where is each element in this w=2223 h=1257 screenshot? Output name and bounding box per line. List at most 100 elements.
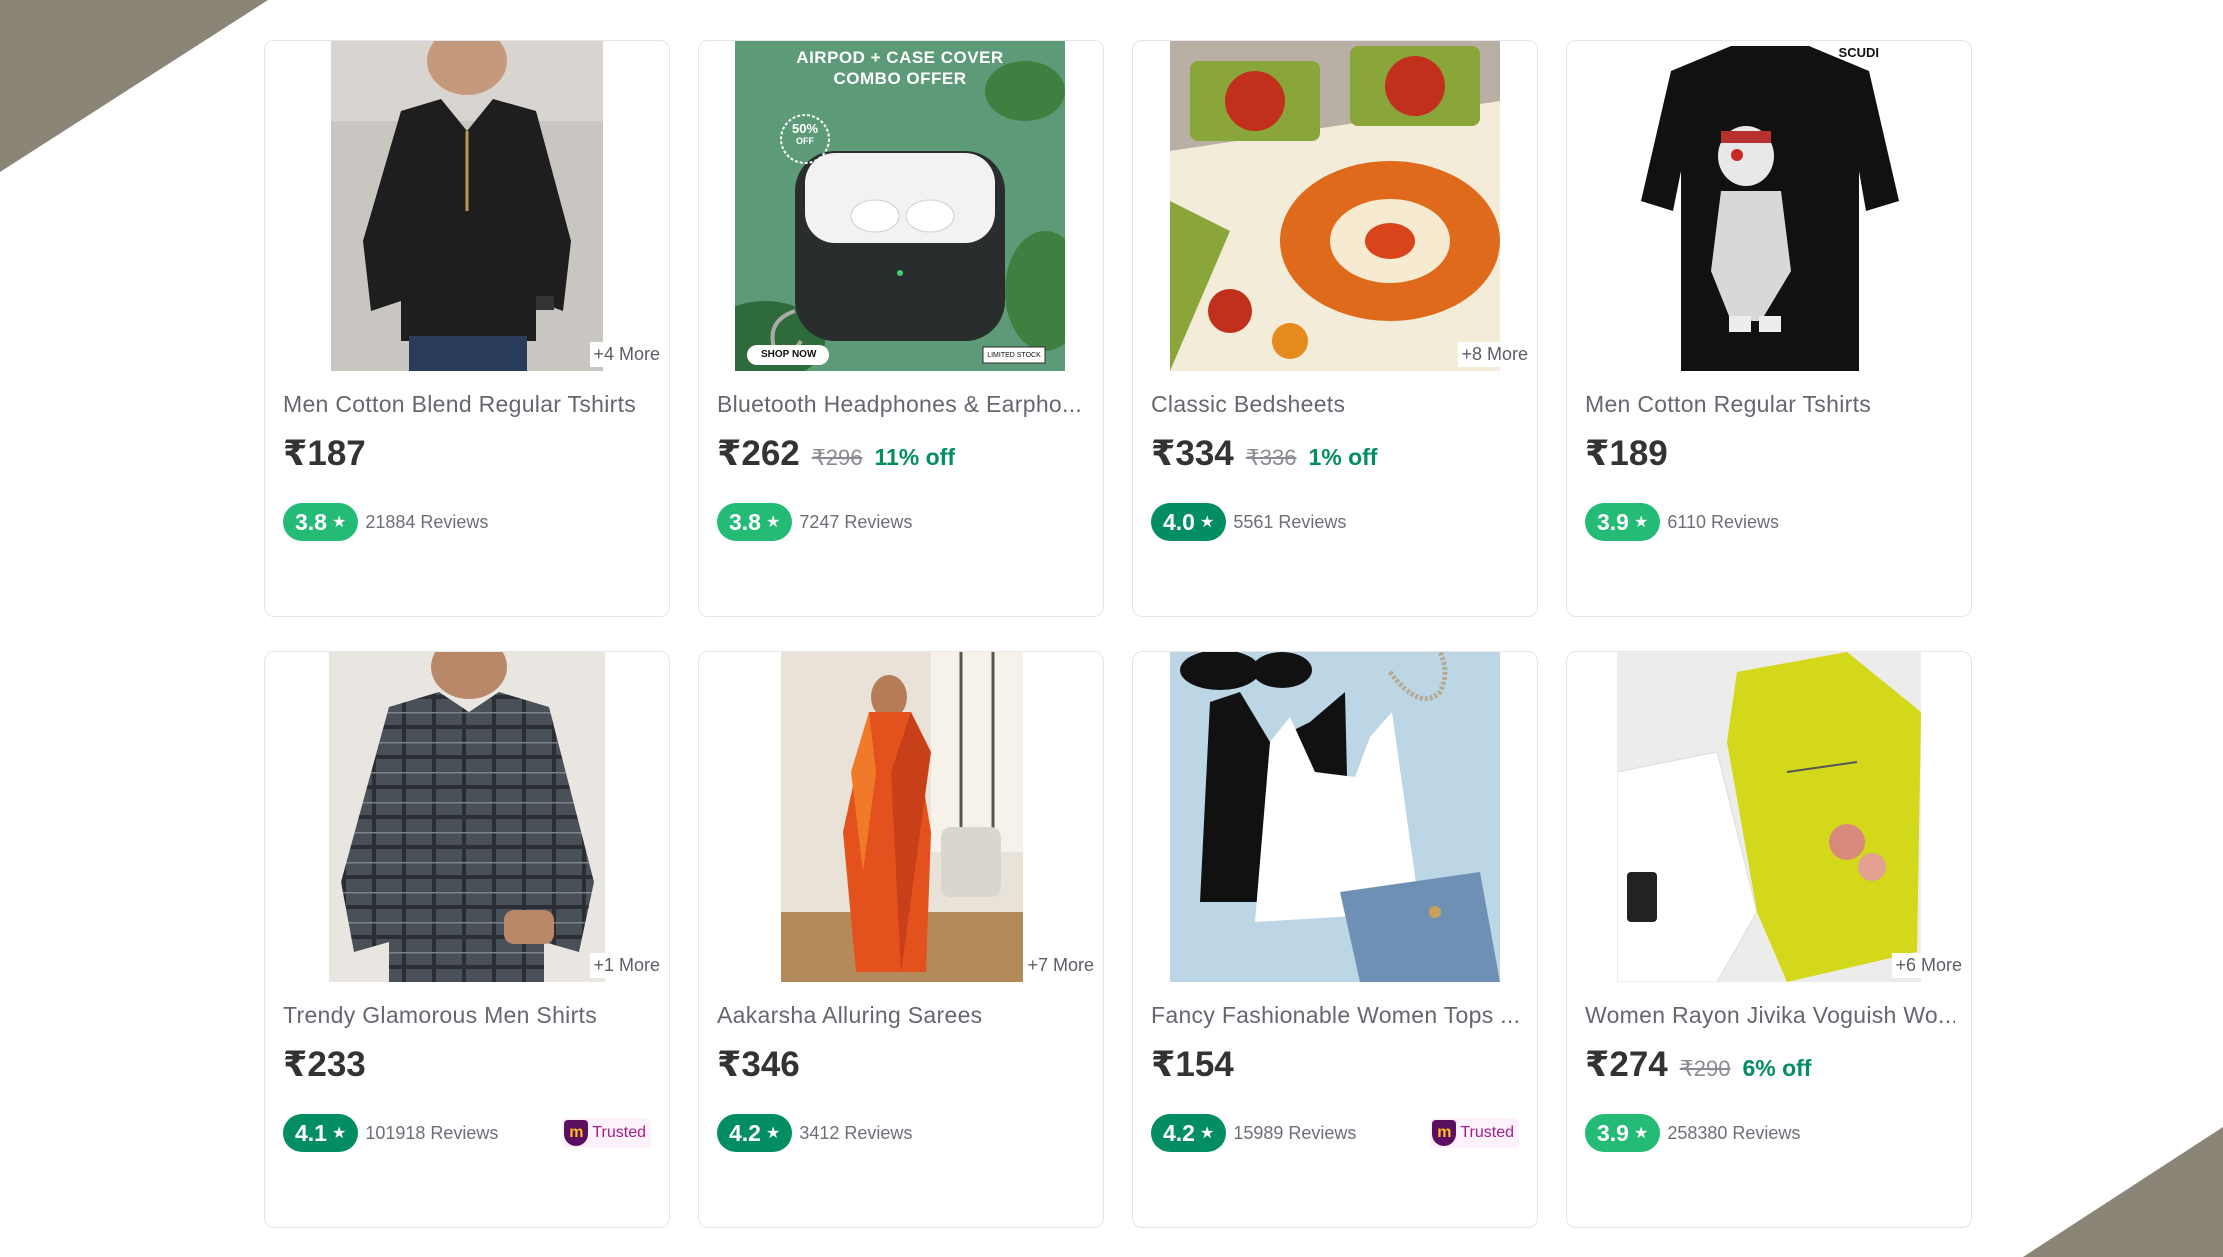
product-title[interactable]: Aakarsha Alluring Sarees xyxy=(717,1002,1087,1029)
rating-row: 3.9 ★ 258380 Reviews xyxy=(1585,1114,1800,1152)
yellow-kurti-image[interactable] xyxy=(1617,652,1921,982)
corner-decoration-top-left xyxy=(0,0,268,172)
rating-row: 4.0 ★ 5561 Reviews xyxy=(1151,503,1346,541)
meesho-logo-icon: m xyxy=(1432,1120,1457,1146)
rating-badge: 3.9 ★ xyxy=(1585,503,1661,541)
product-image-area[interactable]: +4 More xyxy=(265,41,669,371)
checked-shirt-image[interactable] xyxy=(329,652,605,982)
product-card[interactable]: +6 More Women Rayon Jivika Voguish Wo...… xyxy=(1566,651,1972,1228)
product-title[interactable]: Women Rayon Jivika Voguish Wo... xyxy=(1585,1002,1955,1029)
review-count: 21884 Reviews xyxy=(365,511,489,532)
discount-percent: 1% off xyxy=(1308,444,1378,470)
product-image-area[interactable] xyxy=(1133,652,1537,982)
product-title[interactable]: Men Cotton Blend Regular Tshirts xyxy=(283,391,653,418)
price-row: ₹334 ₹336 1% off xyxy=(1151,434,1377,474)
more-variants-label: +7 More xyxy=(1024,953,1097,978)
price-row: ₹233 xyxy=(283,1045,366,1085)
more-variants-label: +4 More xyxy=(590,342,663,367)
product-card[interactable]: +1 More Trendy Glamorous Men Shirts ₹233… xyxy=(264,651,670,1228)
review-count: 5561 Reviews xyxy=(1233,511,1347,532)
crop-tops-image[interactable] xyxy=(1170,652,1500,982)
trusted-label: Trusted xyxy=(1460,1124,1514,1141)
product-card[interactable]: AIRPOD + CASE COVER COMBO OFFER 50% OFF … xyxy=(698,40,1104,617)
rating-badge: 3.8 ★ xyxy=(283,503,359,541)
product-card[interactable]: +8 More Classic Bedsheets ₹334 ₹336 1% o… xyxy=(1132,40,1538,617)
more-variants-label: +8 More xyxy=(1458,342,1531,367)
product-image-area[interactable]: +7 More xyxy=(699,652,1103,982)
product-price: ₹334 xyxy=(1151,434,1234,473)
product-title[interactable]: Trendy Glamorous Men Shirts xyxy=(283,1002,653,1029)
product-grid: +4 More Men Cotton Blend Regular Tshirts… xyxy=(264,40,1972,1228)
rating-badge: 4.2 ★ xyxy=(1151,1114,1227,1152)
rating-value: 4.2 xyxy=(729,1119,761,1146)
star-icon: ★ xyxy=(765,514,781,531)
rating-badge: 4.2 ★ xyxy=(717,1114,793,1152)
product-price: ₹233 xyxy=(283,1045,366,1084)
product-title[interactable]: Men Cotton Regular Tshirts xyxy=(1585,391,1955,418)
price-row: ₹346 xyxy=(717,1045,800,1085)
product-card[interactable]: +7 More Aakarsha Alluring Sarees ₹346 4.… xyxy=(698,651,1104,1228)
product-image-area[interactable]: +1 More xyxy=(265,652,669,982)
more-variants-label: +1 More xyxy=(590,953,663,978)
rating-value: 4.2 xyxy=(1163,1119,1195,1146)
rating-value: 3.9 xyxy=(1597,508,1629,535)
more-variants-label: +6 More xyxy=(1892,953,1965,978)
floral-bedsheet-image[interactable] xyxy=(1170,41,1500,371)
product-price: ₹346 xyxy=(717,1045,800,1084)
trusted-badge: m Trusted xyxy=(562,1118,651,1148)
rating-value: 4.1 xyxy=(295,1119,327,1146)
star-icon: ★ xyxy=(765,1125,781,1142)
promo-banner-title: AIRPOD + CASE COVER COMBO OFFER xyxy=(796,48,1004,88)
rating-value: 3.9 xyxy=(1597,1119,1629,1146)
corner-decoration-bottom-right xyxy=(2023,1127,2223,1257)
trusted-badge: m Trusted xyxy=(1430,1118,1519,1148)
meesho-logo-icon: m xyxy=(564,1120,589,1146)
product-price: ₹154 xyxy=(1151,1045,1234,1084)
star-icon: ★ xyxy=(331,1125,347,1142)
product-card[interactable]: Fancy Fashionable Women Tops ... ₹154 4.… xyxy=(1132,651,1538,1228)
review-count: 7247 Reviews xyxy=(799,511,913,532)
product-image-area[interactable]: +6 More xyxy=(1567,652,1971,982)
original-price: ₹336 xyxy=(1245,445,1297,470)
discount-badge: 50% OFF xyxy=(791,121,819,146)
product-title[interactable]: Fancy Fashionable Women Tops ... xyxy=(1151,1002,1521,1029)
product-title[interactable]: Bluetooth Headphones & Earpho... xyxy=(717,391,1087,418)
rating-value: 3.8 xyxy=(295,508,327,535)
shop-now-button: SHOP NOW xyxy=(761,349,817,360)
product-card[interactable]: SCUDI Men Cotton Regular Tshirts ₹189 3.… xyxy=(1566,40,1972,617)
discount-percent: 6% off xyxy=(1742,1055,1812,1081)
star-icon: ★ xyxy=(1633,1125,1649,1142)
product-title[interactable]: Classic Bedsheets xyxy=(1151,391,1521,418)
rating-row: 3.8 ★ 21884 Reviews xyxy=(283,503,488,541)
brand-label: SCUDI xyxy=(1838,45,1879,60)
price-row: ₹262 ₹296 11% off xyxy=(717,434,955,474)
rating-badge: 4.1 ★ xyxy=(283,1114,359,1152)
star-icon: ★ xyxy=(331,514,347,531)
product-price: ₹262 xyxy=(717,434,800,473)
rating-badge: 3.8 ★ xyxy=(717,503,793,541)
review-count: 258380 Reviews xyxy=(1667,1122,1801,1143)
rating-badge: 4.0 ★ xyxy=(1151,503,1227,541)
review-count: 3412 Reviews xyxy=(799,1122,913,1143)
original-price: ₹296 xyxy=(811,445,863,470)
rating-badge: 3.9 ★ xyxy=(1585,1114,1661,1152)
orange-saree-image[interactable] xyxy=(781,652,1023,982)
limited-stock-label: LIMITED STOCK xyxy=(987,352,1041,359)
rating-row: 4.1 ★ 101918 Reviews xyxy=(283,1114,498,1152)
rating-row: 3.9 ★ 6110 Reviews xyxy=(1585,503,1779,541)
star-icon: ★ xyxy=(1633,514,1649,531)
airpod-case-image[interactable]: AIRPOD + CASE COVER COMBO OFFER 50% OFF … xyxy=(735,41,1065,371)
trusted-label: Trusted xyxy=(592,1124,646,1141)
skeleton-tshirt-image[interactable]: SCUDI xyxy=(1641,41,1899,371)
rating-row: 3.8 ★ 7247 Reviews xyxy=(717,503,912,541)
product-image-area[interactable]: AIRPOD + CASE COVER COMBO OFFER 50% OFF … xyxy=(699,41,1103,371)
product-image-area[interactable]: +8 More xyxy=(1133,41,1537,371)
black-tshirt-image[interactable] xyxy=(331,41,603,371)
original-price: ₹290 xyxy=(1679,1056,1731,1081)
price-row: ₹274 ₹290 6% off xyxy=(1585,1045,1811,1085)
rating-row: 4.2 ★ 3412 Reviews xyxy=(717,1114,912,1152)
rating-row: 4.2 ★ 15989 Reviews xyxy=(1151,1114,1356,1152)
product-card[interactable]: +4 More Men Cotton Blend Regular Tshirts… xyxy=(264,40,670,617)
product-image-area[interactable]: SCUDI xyxy=(1567,41,1971,371)
rating-value: 3.8 xyxy=(729,508,761,535)
